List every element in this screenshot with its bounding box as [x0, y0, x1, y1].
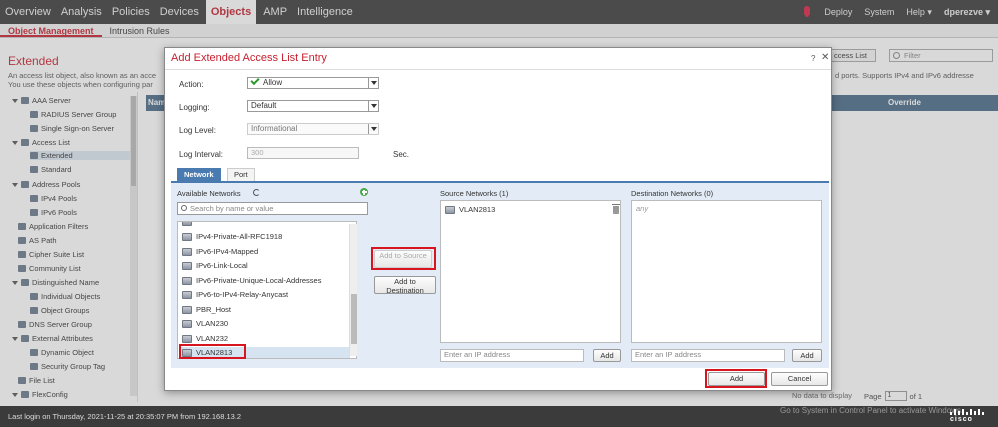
highlight-add-to-source	[371, 247, 436, 270]
tab-network[interactable]: Network	[177, 168, 221, 181]
logging-select[interactable]: Default	[247, 100, 379, 112]
log-interval-input[interactable]: 300	[247, 147, 359, 159]
available-networks-label: Available Networks	[177, 189, 241, 198]
logging-value: Default	[251, 101, 277, 110]
list-item[interactable]: IPv6-IPv4-Mapped	[182, 246, 258, 257]
refresh-icon[interactable]	[253, 189, 260, 196]
source-networks-list[interactable]: VLAN2813	[440, 200, 621, 343]
add-network-icon[interactable]	[360, 188, 368, 196]
log-interval-unit: Sec.	[393, 150, 410, 159]
log-level-label: Log Level:	[179, 126, 216, 135]
help-icon[interactable]: ?	[811, 54, 815, 63]
highlight-add-button	[705, 369, 767, 388]
network-object-icon	[182, 276, 192, 285]
action-select[interactable]: Allow	[247, 75, 379, 89]
chevron-down-icon	[368, 101, 378, 111]
highlight-vlan2813	[179, 344, 246, 359]
chevron-down-icon	[368, 124, 378, 134]
destination-ip-input[interactable]: Enter an IP address	[631, 349, 785, 362]
add-source-ip-button[interactable]: Add	[593, 349, 621, 362]
cisco-logo-icon	[950, 409, 984, 415]
logging-label: Logging:	[179, 103, 210, 112]
action-label: Action:	[179, 80, 204, 89]
add-to-destination-button[interactable]: Add to Destination	[374, 276, 436, 295]
check-icon	[250, 75, 260, 86]
available-networks-scrollbar[interactable]	[349, 224, 357, 356]
destination-any-placeholder: any	[636, 204, 649, 213]
action-value: Allow	[263, 78, 283, 87]
cisco-brand-text: cisco	[950, 416, 973, 423]
list-item[interactable]: IPv6-Private-Unique-Local-Addresses	[182, 275, 321, 286]
chevron-down-icon	[368, 78, 378, 88]
search-icon	[181, 205, 187, 211]
network-object-icon	[182, 290, 192, 299]
dialog-title: Add Extended Access List Entry	[171, 52, 327, 64]
tab-port[interactable]: Port	[227, 168, 255, 181]
close-icon[interactable]: ✕	[821, 52, 829, 63]
add-extended-access-list-entry-dialog: Add Extended Access List Entry ? ✕ Actio…	[164, 47, 832, 391]
network-object-icon	[182, 305, 192, 314]
log-interval-label: Log Interval:	[179, 150, 224, 159]
dialog-divider	[165, 69, 831, 70]
list-item[interactable]	[182, 222, 198, 227]
network-object-icon	[182, 261, 192, 270]
network-object-icon	[182, 247, 192, 256]
network-object-icon	[182, 222, 192, 226]
log-level-value: Informational	[251, 124, 298, 133]
destination-networks-label: Destination Networks (0)	[631, 189, 714, 198]
log-level-select[interactable]: Informational	[247, 123, 379, 135]
network-group-icon	[182, 232, 192, 241]
network-object-icon	[182, 319, 192, 328]
network-object-icon	[182, 334, 192, 343]
list-scroll-thumb[interactable]	[351, 294, 357, 344]
search-placeholder: Search by name or value	[190, 204, 274, 213]
search-networks-input[interactable]: Search by name or value	[177, 202, 368, 215]
available-networks-list[interactable]: IPv4-Private-All-RFC1918 IPv6-IPv4-Mappe…	[177, 221, 357, 359]
list-item[interactable]: VLAN2813	[445, 204, 495, 215]
source-networks-label: Source Networks (1)	[440, 189, 509, 198]
list-item[interactable]: VLAN232	[182, 333, 228, 344]
list-item[interactable]: IPv4-Private-All-RFC1918	[182, 231, 282, 242]
source-ip-input[interactable]: Enter an IP address	[440, 349, 584, 362]
list-item[interactable]: IPv6-to-IPv4-Relay-Anycast	[182, 289, 288, 300]
last-login-text: Last login on Thursday, 2021-11-25 at 20…	[8, 412, 242, 421]
list-item[interactable]: VLAN230	[182, 318, 228, 329]
destination-networks-list[interactable]: any	[631, 200, 822, 343]
cancel-button[interactable]: Cancel	[771, 372, 828, 386]
list-item[interactable]: PBR_Host	[182, 304, 231, 315]
network-object-icon	[445, 205, 455, 214]
status-bar: Last login on Thursday, 2021-11-25 at 20…	[0, 406, 998, 427]
add-destination-ip-button[interactable]: Add	[792, 349, 822, 362]
trash-icon[interactable]	[612, 204, 620, 214]
list-item[interactable]: IPv6-Link-Local	[182, 260, 248, 271]
windows-activation-watermark: Go to System in Control Panel to activat…	[780, 406, 964, 415]
